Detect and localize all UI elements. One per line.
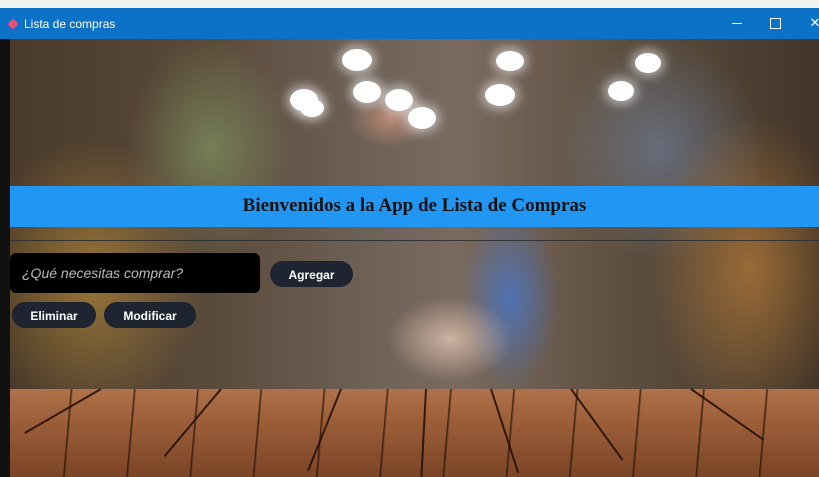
wood-floor-image [10,388,819,477]
app-icon [7,18,19,30]
floor-plank-line [24,388,102,434]
floor-plank-line [490,388,520,474]
ceiling-light [496,51,524,71]
window-top-edge [0,0,819,8]
item-input[interactable] [10,253,260,293]
ceiling-light [342,49,372,71]
window-title: Lista de compras [24,17,116,31]
floor-plank-line [163,388,222,458]
ceiling-light [635,53,661,73]
add-button[interactable]: Agregar [270,261,353,287]
app-content: Bienvenidos a la App de Lista de Compras… [10,39,819,477]
ceiling-light [353,81,381,103]
ceiling-light [608,81,634,101]
item-input-container [10,253,260,293]
welcome-banner: Bienvenidos a la App de Lista de Compras [10,186,819,227]
divider-line [10,240,819,241]
close-button[interactable]: ✕ [792,8,819,39]
maximize-icon [769,18,781,29]
ceiling-light [300,99,324,117]
floor-plank-line [307,388,342,471]
ceiling-light [485,84,515,106]
ceiling-light [408,107,436,129]
delete-button[interactable]: Eliminar [12,302,96,328]
ceiling-light [385,89,413,111]
floor-plank-line [420,388,427,477]
close-icon: ✕ [809,16,819,31]
app-window: Lista de compras ✕ Bienvenidos a la App … [0,0,819,477]
modify-button[interactable]: Modificar [104,302,196,328]
minimize-icon [732,23,742,24]
floor-plank-line [690,388,764,441]
title-bar[interactable]: Lista de compras ✕ [0,8,819,39]
floor-plank-line [570,388,624,461]
page-title: Bienvenidos a la App de Lista de Compras [242,195,587,216]
